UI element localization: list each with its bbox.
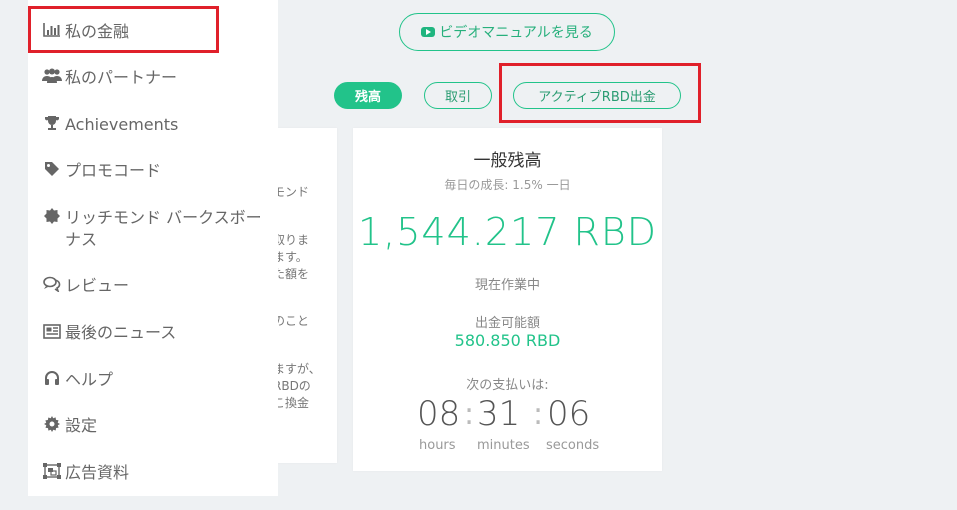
withdrawable-amount: 580.850 RBD (454, 331, 561, 350)
sidebar-item-label: ヘルプ (65, 370, 114, 389)
sidebar-item-label: リッチモンド バークスボーナス (65, 208, 262, 249)
sidebar-item-label: 設定 (65, 416, 98, 435)
sidebar-item-achievements[interactable]: Achievements (42, 114, 178, 144)
gear-icon (42, 415, 62, 433)
sidebar-item-latest-news[interactable]: 最後のニュース (42, 322, 176, 352)
sidebar-item-label: 最後のニュース (65, 323, 177, 342)
sidebar-item-settings[interactable]: 設定 (42, 415, 97, 445)
timer-hours: 08 (417, 394, 461, 434)
info-text-fragment: モンド (273, 185, 310, 199)
sidebar-item-label: プロモコード (65, 161, 162, 180)
withdrawable-label: 出金可能額 (474, 316, 540, 331)
info-text-fragment: RBDの (273, 379, 311, 393)
video-manual-button[interactable]: ビデオマニュアルを見る (399, 13, 615, 51)
payment-countdown: 08 : 31 : 06 hours minutes seconds (353, 394, 662, 454)
info-text-fragment: ます。 (273, 250, 308, 264)
tag-icon (42, 160, 62, 178)
balance-title: 一般残高 (473, 151, 542, 171)
sidebar-item-ad-materials[interactable]: 広告資料 (42, 462, 129, 492)
daily-growth-text: 毎日の成長: 1.5% 一日 (444, 178, 571, 192)
object-group-icon (42, 462, 62, 480)
youtube-play-icon (421, 27, 436, 37)
info-text-fragment: こ換金 (273, 396, 310, 410)
info-text-fragment: 取りま (273, 233, 310, 247)
highlight-box-my-finance (28, 6, 219, 53)
certificate-icon (42, 207, 62, 225)
sidebar-item-label: Achievements (65, 115, 179, 134)
tab-transactions[interactable]: 取引 (424, 82, 492, 109)
video-manual-label: ビデオマニュアルを見る (439, 25, 593, 41)
tab-balance[interactable]: 残高 (334, 82, 402, 109)
newspaper-icon (42, 322, 62, 340)
sidebar-item-richmond-bonus[interactable]: リッチモンド バークスボーナス (42, 207, 274, 255)
sidebar-item-label: 広告資料 (65, 463, 130, 482)
timer-minutes: 31 (477, 394, 521, 434)
next-payment-label: 次の支払いは: (466, 378, 549, 393)
highlight-box-active-tab (499, 63, 701, 123)
tab-balance-label: 残高 (354, 90, 381, 105)
info-text-fragment: た額を (273, 267, 310, 281)
timer-seconds-label: seconds (546, 438, 600, 453)
sidebar-item-label: 私のパートナー (65, 68, 178, 87)
timer-seconds: 06 (547, 394, 591, 434)
balance-amount: 1,544.217 RBD (357, 210, 658, 254)
trophy-icon (42, 114, 62, 132)
sidebar-item-promo-code[interactable]: プロモコード (42, 160, 161, 190)
sidebar-item-reviews[interactable]: レビュー (42, 275, 129, 305)
sidebar-item-label: レビュー (65, 276, 130, 295)
timer-minutes-label: minutes (477, 438, 530, 453)
info-text-fragment: のこと (273, 314, 310, 328)
timer-colon: : (464, 397, 475, 432)
tab-transactions-label: 取引 (444, 90, 471, 105)
comments-icon (42, 275, 62, 293)
headphones-icon (42, 369, 62, 387)
sidebar-item-help[interactable]: ヘルプ (42, 369, 113, 399)
work-status: 現在作業中 (474, 278, 540, 293)
sidebar-item-my-partners[interactable]: 私のパートナー (42, 67, 177, 97)
info-text-fragment: ますが、 (273, 362, 321, 376)
general-balance-card: 一般残高 毎日の成長: 1.5% 一日 1,544.217 RBD 現在作業中 … (353, 128, 662, 471)
users-icon (42, 67, 62, 85)
timer-hours-label: hours (419, 438, 456, 453)
sidebar-menu: 私の金融 私のパートナー Achievements プロモコード リッチモンド … (28, 0, 278, 496)
timer-colon: : (533, 397, 544, 432)
